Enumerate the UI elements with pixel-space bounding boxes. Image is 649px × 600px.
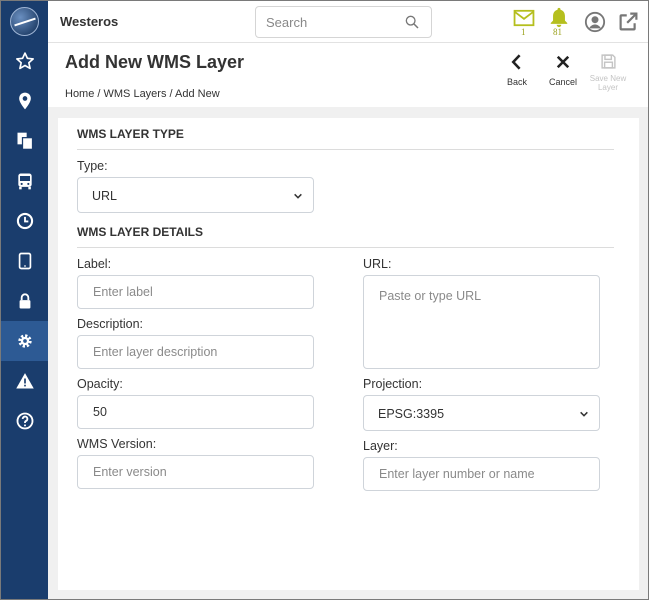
search-input[interactable] — [256, 7, 396, 37]
sidebar-item-settings[interactable] — [1, 321, 48, 361]
label-input[interactable] — [77, 275, 314, 309]
close-icon — [556, 55, 570, 69]
app-logo[interactable] — [10, 7, 39, 36]
page-header: Add New WMS Layer Home / WMS Layers / Ad… — [48, 43, 648, 107]
mail-count-badge: 1 — [521, 27, 526, 37]
back-button[interactable]: Back — [495, 53, 539, 87]
wms-version-input[interactable] — [77, 455, 314, 489]
clock-icon — [16, 212, 33, 230]
label-field-label: Label: — [77, 257, 112, 271]
save-label-line2: Layer — [597, 83, 618, 92]
opacity-input[interactable] — [77, 395, 314, 429]
type-select-value: URL — [92, 189, 118, 203]
projection-select-value: EPSG:3395 — [378, 407, 445, 421]
cancel-label: Cancel — [548, 77, 577, 87]
projection-select[interactable]: EPSG:3395 — [363, 395, 600, 431]
location-pin-icon — [18, 92, 31, 110]
description-input[interactable] — [77, 335, 314, 369]
layer-input[interactable] — [363, 457, 600, 491]
help-icon — [16, 412, 33, 430]
app-window: Westeros 1 81 Add New WMS Layer Home / W… — [0, 0, 649, 600]
save-label-line1: Save New — [589, 74, 627, 83]
opacity-field-label: Opacity: — [77, 377, 123, 391]
breadcrumb[interactable]: Home / WMS Layers / Add New — [65, 88, 220, 100]
bell-icon[interactable] — [548, 6, 570, 28]
sidebar-item-history[interactable] — [1, 201, 48, 241]
type-label: Type: — [77, 159, 108, 173]
layer-field-label: Layer: — [363, 439, 398, 453]
section-title-layer-type: WMS LAYER TYPE — [77, 127, 184, 141]
section-divider — [77, 149, 614, 150]
chevron-down-icon — [294, 193, 302, 199]
user-avatar-icon[interactable] — [584, 11, 606, 33]
sidebar-item-locations[interactable] — [1, 81, 48, 121]
tablet-icon — [18, 252, 31, 270]
sidebar-item-favorites[interactable] — [1, 41, 48, 81]
app-name: Westeros — [60, 14, 119, 29]
section-divider — [77, 247, 614, 248]
sidebar-item-transit[interactable] — [1, 161, 48, 201]
bus-icon — [17, 173, 32, 190]
alerts-count-badge: 81 — [553, 27, 562, 37]
back-label: Back — [506, 77, 527, 87]
url-textarea[interactable] — [363, 275, 600, 369]
page-title: Add New WMS Layer — [65, 52, 245, 72]
type-select[interactable]: URL — [77, 177, 314, 213]
documents-icon — [17, 132, 33, 150]
sidebar-item-security[interactable] — [1, 281, 48, 321]
sidebar-item-help[interactable] — [1, 401, 48, 441]
chevron-down-icon — [580, 411, 588, 417]
save-icon — [600, 54, 616, 69]
sidebar-item-documents[interactable] — [1, 121, 48, 161]
section-title-layer-details: WMS LAYER DETAILS — [77, 225, 204, 239]
top-bar: Westeros 1 81 — [48, 1, 648, 43]
search-box[interactable] — [255, 6, 432, 38]
lock-icon — [19, 293, 30, 309]
sidebar — [1, 1, 48, 599]
mail-icon[interactable] — [513, 9, 535, 27]
gear-icon — [17, 334, 32, 348]
sidebar-item-alerts[interactable] — [1, 361, 48, 401]
star-icon — [15, 52, 34, 70]
cancel-button[interactable]: Cancel — [541, 53, 585, 87]
chevron-left-icon — [511, 54, 521, 70]
projection-field-label: Projection: — [363, 377, 423, 391]
sidebar-item-devices[interactable] — [1, 241, 48, 281]
external-link-icon[interactable] — [618, 11, 639, 32]
form-panel: WMS LAYER TYPE Type: URL WMS LAYER DETAI… — [58, 118, 639, 590]
search-icon[interactable] — [404, 14, 420, 30]
warning-icon — [15, 373, 34, 389]
description-field-label: Description: — [77, 317, 143, 331]
save-new-layer-button[interactable]: Save New Layer — [585, 53, 631, 92]
wms-version-field-label: WMS Version: — [77, 437, 157, 451]
url-field-label: URL: — [363, 257, 392, 271]
